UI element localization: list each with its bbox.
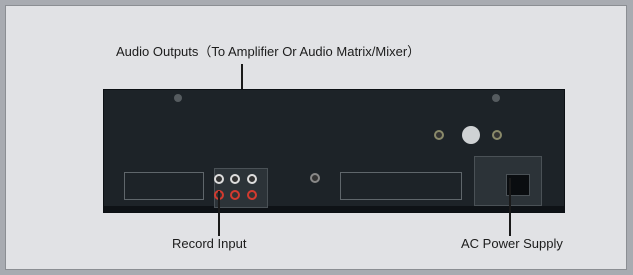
- audio-output-jack-right: [247, 174, 257, 184]
- record-input-label: Record Input: [172, 236, 247, 251]
- record-input-leader: [218, 191, 220, 236]
- audio-output-jack-red-right: [247, 190, 257, 200]
- caution-sticker: [340, 172, 462, 200]
- remote-jack: [310, 173, 320, 183]
- rear-connector-left: [434, 130, 444, 140]
- rear-cap-icon: [462, 126, 480, 144]
- diagram-panel: Audio Outputs（To Amplifier Or Audio Matr…: [5, 5, 627, 270]
- audio-output-jack-left: [230, 174, 240, 184]
- device-rear-panel: [103, 89, 565, 213]
- ac-power-leader: [509, 178, 511, 236]
- screw-icon: [492, 94, 500, 102]
- audio-outputs-label: Audio Outputs（To Amplifier Or Audio Matr…: [116, 44, 421, 59]
- ac-power-supply-label: AC Power Supply: [461, 236, 563, 251]
- device-base: [104, 206, 564, 212]
- screw-icon: [174, 94, 182, 102]
- record-input-jack-left: [214, 174, 224, 184]
- warning-sticker: [124, 172, 204, 200]
- rear-connector-right: [492, 130, 502, 140]
- audio-output-jack-red-left: [230, 190, 240, 200]
- rca-jack-panel: [214, 168, 268, 208]
